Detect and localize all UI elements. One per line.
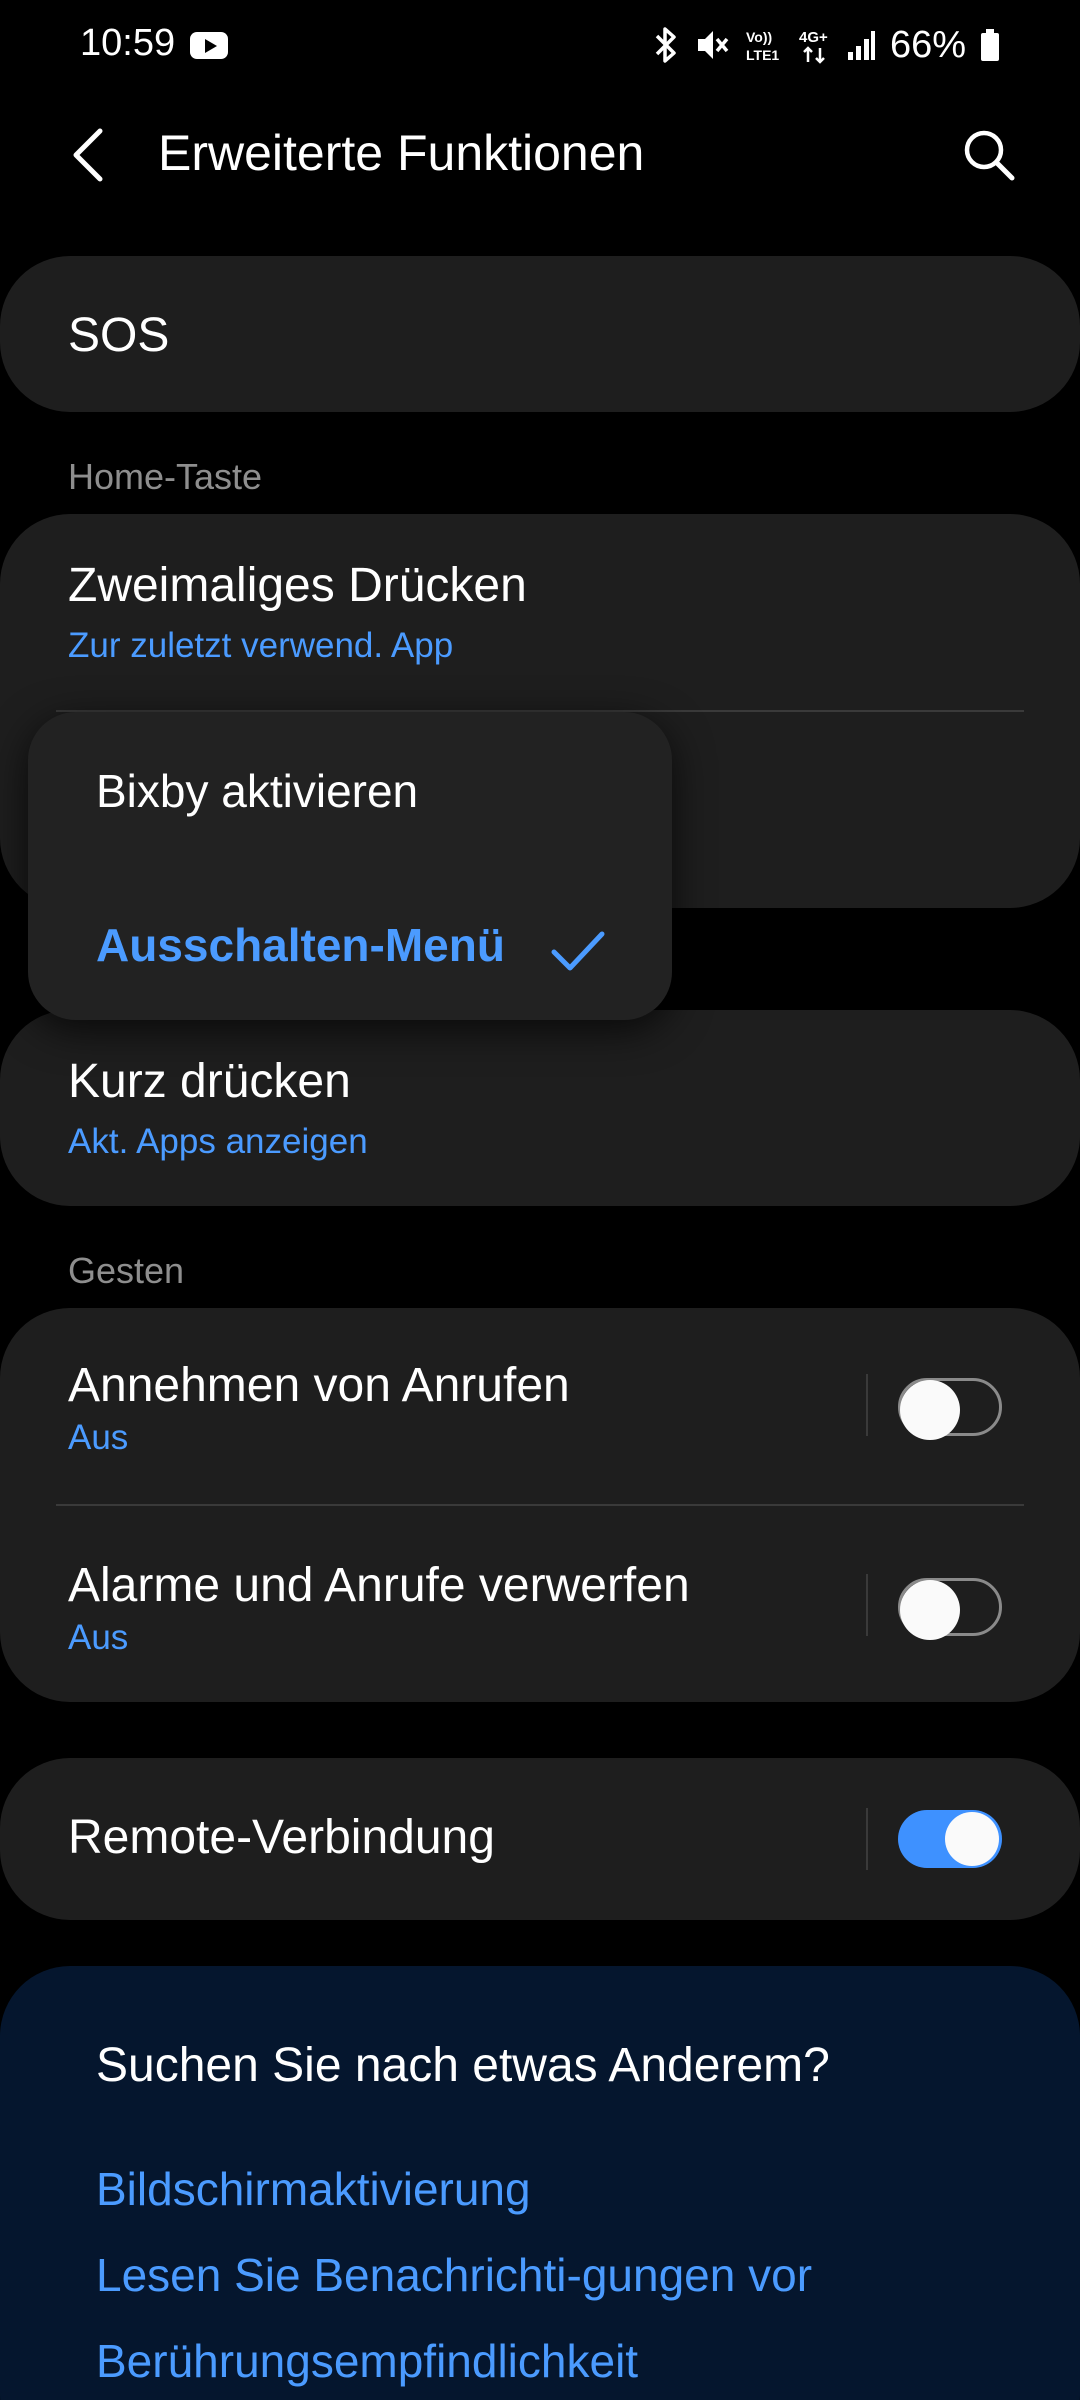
search-button[interactable] [954,120,1024,190]
answer-calls-item[interactable]: Annehmen von Anrufen Aus [0,1308,1080,1504]
dismiss-alarms-value: Aus [68,1618,129,1657]
dismiss-alarms-toggle[interactable] [898,1578,1002,1640]
search-icon [964,130,1015,181]
suggestions-title: Suchen Sie nach etwas Anderem? [96,2039,830,2092]
answer-calls-value: Aus [68,1418,129,1457]
remote-connection-item[interactable]: Remote-Verbindung [0,1758,1080,1920]
toggle-knob [945,1812,999,1866]
4g-icon: 4G+ [799,29,828,64]
double-press-title: Zweimaliges Drücken [68,559,527,612]
double-press-item[interactable]: Zweimaliges Drücken Zur zuletzt verwend.… [0,514,1080,710]
svg-text:LTE1: LTE1 [746,47,779,63]
svg-text:Vo)): Vo)) [746,29,772,45]
bluetooth-icon [655,27,676,63]
status-bar: 10:59 Vo)) LTE1 4G+ 66% [0,0,1080,90]
gestures-card: Annehmen von Anrufen Aus Alarme und Anru… [0,1308,1080,1702]
toggle-knob [900,1580,960,1640]
press-and-hold-dropdown: Bixby aktivieren Ausschalten-Menü [28,712,672,1020]
status-icons: Vo)) LTE1 4G+ 66% [652,20,1000,70]
toggle-separator [866,1374,868,1436]
short-press-value: Akt. Apps anzeigen [68,1122,368,1161]
sos-item[interactable]: SOS [0,256,1080,412]
remote-connection-title: Remote-Verbindung [68,1811,495,1864]
home-key-header: Home-Taste [68,456,263,497]
page-title: Erweiterte Funktionen [158,125,645,181]
gestures-header: Gesten [68,1250,185,1291]
status-time: 10:59 [80,22,176,64]
answer-calls-toggle[interactable] [898,1378,1002,1440]
sos-label: SOS [68,309,170,362]
double-press-value: Zur zuletzt verwend. App [68,626,454,665]
toggle-separator [866,1808,868,1870]
suggestion-link-touch-sensitivity[interactable]: Berührungsempfindlichkeit [96,2334,638,2388]
short-press-title: Kurz drücken [68,1055,351,1108]
app-bar: Erweiterte Funktionen [0,100,1080,210]
dismiss-alarms-title: Alarme und Anrufe verwerfen [68,1559,690,1612]
dismiss-alarms-item[interactable]: Alarme und Anrufe verwerfen Aus [0,1506,1080,1702]
battery-percent: 66% [889,23,966,66]
signal-icon [847,31,875,60]
remote-connection-toggle[interactable] [898,1810,1002,1868]
volte-icon: Vo)) LTE1 [746,29,779,63]
suggestion-link-read-notifications[interactable]: Lesen Sie Benachrichti-gungen vor [96,2248,812,2302]
back-arrow-icon [73,128,103,182]
short-press-item[interactable]: Kurz drücken Akt. Apps anzeigen [0,1010,1080,1206]
answer-calls-title: Annehmen von Anrufen [68,1359,570,1412]
svg-text:4G+: 4G+ [799,29,828,46]
youtube-icon [190,32,228,59]
dropdown-option-bixby[interactable]: Bixby aktivieren [96,764,418,818]
toggle-knob [900,1380,960,1440]
battery-icon [981,29,999,61]
mute-icon [697,31,729,59]
suggestion-link-screen-wake[interactable]: Bildschirmaktivierung [96,2162,531,2216]
dropdown-option-power-menu[interactable]: Ausschalten-Menü [96,918,505,972]
checkmark-icon [551,931,605,971]
toggle-separator [866,1574,868,1636]
back-button[interactable] [58,120,118,190]
